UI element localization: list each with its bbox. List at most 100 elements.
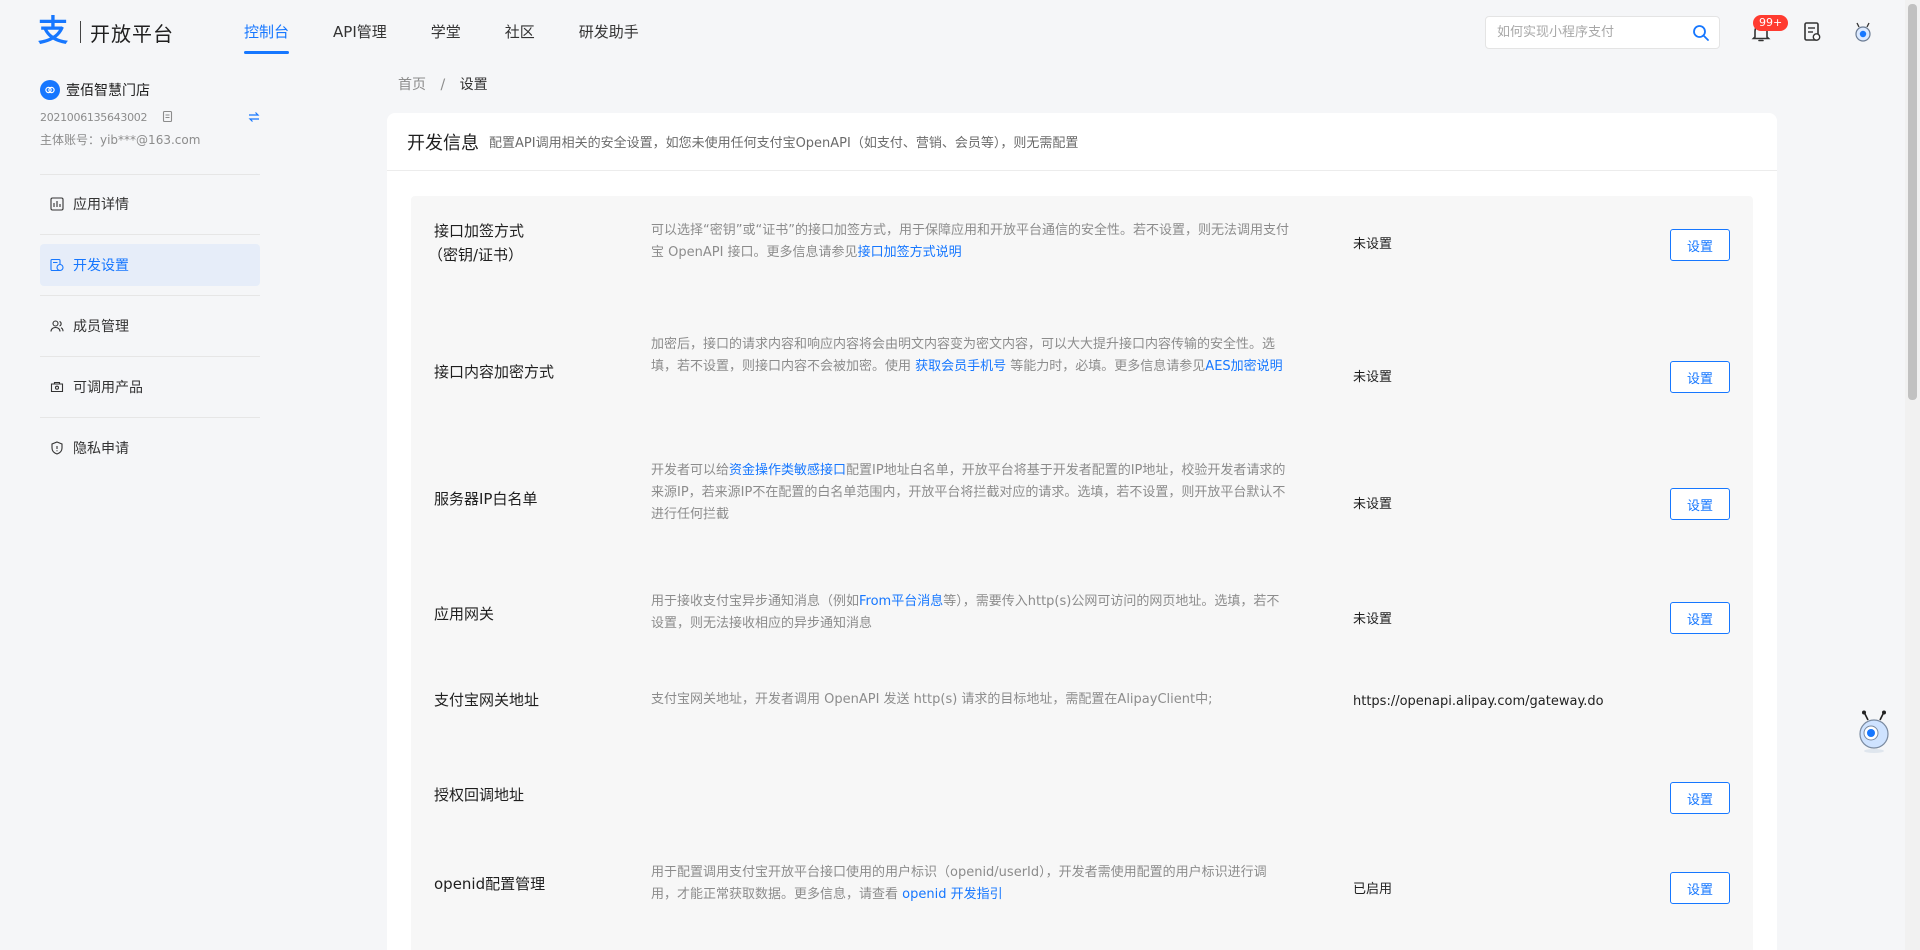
search-input[interactable] xyxy=(1497,25,1687,40)
settings-list: 接口加签方式 （密钥/证书） 可以选择“密钥”或“证书”的接口加签方式，用于保障… xyxy=(411,196,1753,950)
platform-message-link[interactable]: From平台消息 xyxy=(859,594,943,609)
nav-academy[interactable]: 学堂 xyxy=(409,0,483,64)
aes-doc-link[interactable]: AES加密说明 xyxy=(1205,359,1282,374)
nav-api-management[interactable]: API管理 xyxy=(311,0,409,64)
row-label-line: 接口加签方式 xyxy=(434,222,525,240)
row-description-text: 用于接收支付宝异步通知消息（例如 xyxy=(651,594,860,609)
row-label: 服务器IP白名单 xyxy=(434,490,538,508)
openid-settings-button[interactable]: 设置 xyxy=(1670,872,1730,904)
sidebar-item-label: 成员管理 xyxy=(73,319,129,335)
sidebar: 壹佰智慧门店 2021006135643002 主体账号：yib***@163.… xyxy=(0,64,280,950)
store-avatar xyxy=(40,80,60,100)
row-description: 加密后，接口的请求内容和响应内容将会由明文内容变为密文内容，可以大大提升接口内容… xyxy=(651,334,1291,378)
breadcrumb: 首页 / 设置 xyxy=(398,74,488,94)
shield-icon xyxy=(51,441,63,455)
products-icon xyxy=(50,381,64,393)
settings-row-app-gateway: 应用网关 用于接收支付宝异步通知消息（例如From平台消息等），需要传入http… xyxy=(411,561,1753,666)
row-label: openid配置管理 xyxy=(434,875,546,893)
gateway-url: https://openapi.alipay.com/gateway.do xyxy=(1353,694,1604,709)
logo[interactable]: 支 开放平台 xyxy=(38,15,174,49)
document-icon[interactable] xyxy=(1800,20,1824,44)
settings-row-openid: openid配置管理 用于配置调用支付宝开放平台接口使用的用户标识（openid… xyxy=(411,836,1753,946)
openid-guide-link[interactable]: openid 开发指引 xyxy=(902,887,1002,902)
assistant-avatar-icon[interactable] xyxy=(1851,20,1875,44)
dev-info-card: 开发信息 配置API调用相关的安全设置，如您未使用任何支付宝OpenAPI（如支… xyxy=(387,113,1777,950)
sidebar-divider xyxy=(40,234,260,235)
store-account: 主体账号：yib***@163.com xyxy=(40,133,201,147)
row-description: 用于配置调用支付宝开放平台接口使用的用户标识（openid/userId），开发… xyxy=(651,862,1291,906)
settings-row-auth-callback: 授权回调地址 设置 xyxy=(411,746,1753,836)
signing-settings-button[interactable]: 设置 xyxy=(1670,229,1730,261)
store-logo-icon xyxy=(45,86,55,94)
row-description: 用于接收支付宝异步通知消息（例如From平台消息等），需要传入http(s)公网… xyxy=(651,591,1291,635)
breadcrumb-current: 设置 xyxy=(459,77,488,93)
card-title: 开发信息 xyxy=(407,132,479,154)
auth-callback-settings-button[interactable]: 设置 xyxy=(1670,782,1730,814)
signing-doc-link[interactable]: 接口加签方式说明 xyxy=(858,245,962,260)
nav-community[interactable]: 社区 xyxy=(483,0,557,64)
row-label-line: （密钥/证书） xyxy=(428,246,524,264)
sidebar-item-app-details[interactable]: 应用详情 xyxy=(40,183,260,225)
page-scrollbar-thumb[interactable] xyxy=(1908,4,1917,400)
row-label: 接口加签方式 （密钥/证书） xyxy=(428,219,525,267)
breadcrumb-home[interactable]: 首页 xyxy=(398,77,426,93)
ip-whitelist-settings-button[interactable]: 设置 xyxy=(1670,488,1730,520)
row-description-text: 可以选择“密钥”或“证书”的接口加签方式，用于保障应用和开放平台通信的安全性。若… xyxy=(651,223,1289,260)
sidebar-divider xyxy=(40,295,260,296)
members-icon xyxy=(50,320,64,332)
notification-badge: 99+ xyxy=(1753,15,1789,31)
copy-icon[interactable] xyxy=(160,110,174,124)
main-nav: 控制台 API管理 学堂 社区 研发助手 xyxy=(222,0,661,64)
settings-row-signing: 接口加签方式 （密钥/证书） 可以选择“密钥”或“证书”的接口加签方式，用于保障… xyxy=(411,196,1753,316)
row-label: 支付宝网关地址 xyxy=(434,691,540,709)
row-status: 未设置 xyxy=(1353,370,1393,385)
store-name: 壹佰智慧门店 xyxy=(66,83,150,99)
row-status: 未设置 xyxy=(1353,497,1393,512)
sidebar-item-privacy[interactable]: 隐私申请 xyxy=(40,427,260,469)
nav-dev-assistant[interactable]: 研发助手 xyxy=(557,0,661,64)
settings-row-alipay-gateway: 支付宝网关地址 支付宝网关地址，开发者调用 OpenAPI 发送 http(s)… xyxy=(411,666,1753,746)
row-description: 支付宝网关地址，开发者调用 OpenAPI 发送 http(s) 请求的目标地址… xyxy=(651,692,1213,707)
search-icon[interactable] xyxy=(1692,24,1710,42)
row-status: 未设置 xyxy=(1353,612,1393,627)
chart-icon xyxy=(50,197,64,211)
row-description-text: 开发者可以给 xyxy=(651,463,730,478)
sidebar-item-products[interactable]: 可调用产品 xyxy=(40,366,260,408)
search-box xyxy=(1485,16,1720,49)
card-header: 开发信息 配置API调用相关的安全设置，如您未使用任何支付宝OpenAPI（如支… xyxy=(387,113,1777,171)
row-description: 开发者可以给资金操作类敏感接口配置IP地址白名单，开放平台将基于开发者配置的IP… xyxy=(651,460,1291,526)
breadcrumb-separator: / xyxy=(440,77,446,93)
row-label: 应用网关 xyxy=(434,605,495,623)
logo-divider xyxy=(80,21,81,43)
member-phone-link[interactable]: 获取会员手机号 xyxy=(915,359,1006,374)
alipay-logo-icon: 支 xyxy=(38,14,68,49)
sidebar-divider xyxy=(40,174,260,175)
sidebar-item-members[interactable]: 成员管理 xyxy=(40,305,260,347)
sensitive-api-link[interactable]: 资金操作类敏感接口 xyxy=(729,463,846,478)
sidebar-divider xyxy=(40,356,260,357)
row-label: 授权回调地址 xyxy=(434,786,525,804)
row-status: 未设置 xyxy=(1353,237,1393,252)
encryption-settings-button[interactable]: 设置 xyxy=(1670,361,1730,393)
store-header: 壹佰智慧门店 xyxy=(40,80,150,100)
row-status: 已启用 xyxy=(1353,882,1393,897)
app-gateway-settings-button[interactable]: 设置 xyxy=(1670,602,1730,634)
settings-row-encryption: 接口内容加密方式 加密后，接口的请求内容和响应内容将会由明文内容变为密文内容，可… xyxy=(411,316,1753,436)
row-label: 接口内容加密方式 xyxy=(434,363,555,381)
settings-row-ip-whitelist: 服务器IP白名单 开发者可以给资金操作类敏感接口配置IP地址白名单，开放平台将基… xyxy=(411,436,1753,561)
card-description: 配置API调用相关的安全设置，如您未使用任何支付宝OpenAPI（如支付、营销、… xyxy=(489,136,1079,151)
settings-icon xyxy=(50,258,64,272)
sidebar-divider xyxy=(40,417,260,418)
logo-text: 开放平台 xyxy=(90,21,174,46)
sidebar-item-label: 隐私申请 xyxy=(73,441,129,457)
sidebar-item-label: 可调用产品 xyxy=(73,380,143,396)
row-description-text: 等能力时，必填。更多信息请参见 xyxy=(1006,359,1206,374)
sidebar-item-label: 应用详情 xyxy=(73,197,129,213)
sidebar-item-dev-settings[interactable]: 开发设置 xyxy=(40,244,260,286)
store-app-id: 2021006135643002 xyxy=(40,111,148,124)
nav-console[interactable]: 控制台 xyxy=(222,0,311,64)
row-description: 可以选择“密钥”或“证书”的接口加签方式，用于保障应用和开放平台通信的安全性。若… xyxy=(651,220,1291,264)
floating-assistant-icon[interactable] xyxy=(1855,710,1893,754)
switch-app-icon[interactable] xyxy=(247,110,261,124)
sidebar-item-label: 开发设置 xyxy=(73,258,129,274)
